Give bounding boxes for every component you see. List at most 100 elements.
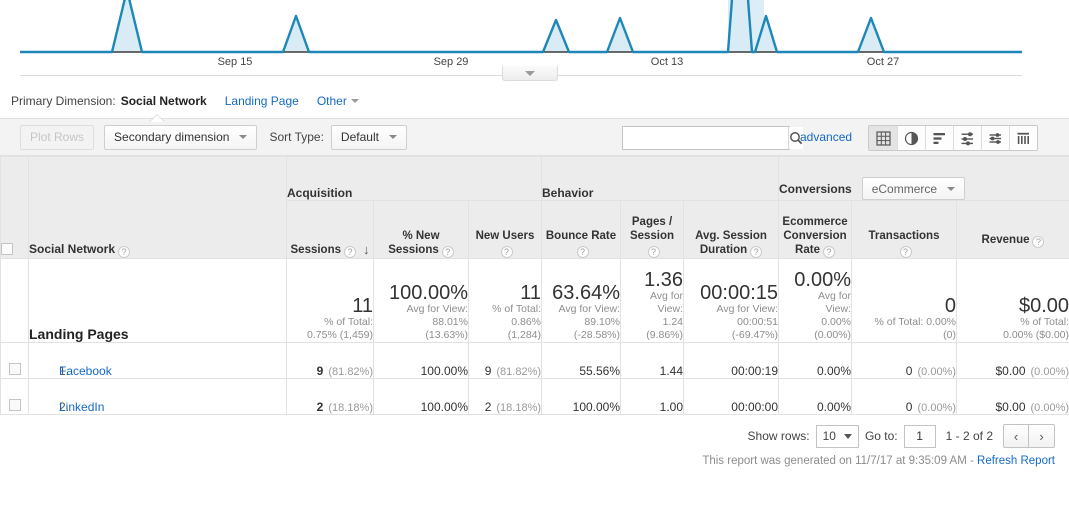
page-buttons: ‹ › [1003,424,1055,448]
sort-type-button[interactable]: Default [330,124,407,150]
row-revenue-pct: (0.00%) [1030,402,1069,414]
row-sessions: 9 (81.82%) [286,342,374,379]
search-input[interactable] [623,127,788,149]
summary-new-users: 11 % of Total: 0.86% (1,284) [467,258,543,343]
performance-view-icon[interactable] [953,126,981,150]
comparison-view-icon[interactable] [981,126,1009,150]
column-new-users-label: New Users [475,230,535,242]
group-conversions-label: Conversions [779,181,852,196]
summary-ecom-rate-sub: Avg for View: 0.00% (0.00%) [814,290,852,341]
comparison-icon [989,132,1001,144]
select-all-checkbox[interactable] [1,243,13,255]
summary-sessions-sub: % of Total: 0.75% (1,459) [307,316,373,341]
plot-rows-label: Plot Rows [30,130,85,144]
horizontal-bars-icon [933,132,945,144]
chart-tick-0: Sep 15 [217,56,253,68]
help-icon[interactable]: ? [500,246,513,258]
column-header-avg-session-duration[interactable]: Avg. Session Duration? [683,200,780,259]
chart-collapse-handle[interactable] [502,66,558,81]
primary-dimension-landing-page[interactable]: Landing Page [225,94,299,108]
sort-type-value: Default [340,130,379,144]
summary-new-sessions-sub: Avg for View: 88.01% (13.63%) [406,303,468,341]
previous-page-button[interactable]: ‹ [1003,424,1029,448]
row-sessions-pct: (18.18%) [328,402,373,414]
column-header-bounce-rate[interactable]: Bounce Rate? [541,200,622,259]
row-new-users-pct: (81.82%) [496,366,542,378]
summary-transactions-value: 0 [944,295,957,317]
refresh-report-link[interactable]: Refresh Report [977,455,1055,467]
help-icon[interactable]: ? [576,246,589,258]
primary-dimension-social-network[interactable]: Social Network [121,94,207,108]
help-icon[interactable]: ? [441,246,454,258]
row-link-facebook[interactable]: Facebook [59,364,112,378]
summary-transactions-sub: % of Total: 0.00% (0) [874,316,957,341]
column-header-pages-session[interactable]: Pages / Session? [620,200,685,259]
advanced-link[interactable]: advanced [800,130,852,144]
summary-row: Landing Pages 11 % of Total: 0.75% (1,45… [0,258,1069,343]
group-header-row: Social Network? Acquisition Behavior Con… [0,156,1069,259]
row-revenue: $0.00 (0.00%) [956,342,1069,379]
chevron-down-icon [388,135,397,139]
pie-chart-view-icon[interactable] [897,126,925,150]
row-bounce-rate: 100.00% [541,378,622,415]
goto-page-input[interactable] [903,424,936,448]
row-transactions-value: 0 [905,400,913,414]
next-page-button[interactable]: › [1029,424,1055,448]
conversions-goal-dropdown[interactable]: eCommerce [861,177,966,200]
summary-pages-session-sub: Avg for View: 1.24 (9.86%) [646,290,684,341]
column-bounce-rate-label: Bounce Rate [545,230,617,242]
row-bounce-rate: 55.56% [541,342,622,379]
analytics-social-network-report: Sep 15 Sep 29 Oct 13 Oct 27 Primary Dime… [0,0,1069,515]
row-sessions-pct: (81.82%) [328,366,373,378]
summary-pages-session-value: 1.36 [644,269,684,291]
table-view-icon[interactable] [869,126,897,150]
help-icon[interactable]: ? [647,246,660,258]
chart-tick-3: Oct 27 [866,56,900,68]
row-transactions: 0 (0.00%) [851,342,958,379]
group-behavior-label: Behavior [542,186,594,200]
row-checkbox[interactable] [8,363,21,375]
pivot-view-icon[interactable] [1009,126,1037,150]
pie-chart-icon [904,131,919,145]
help-icon[interactable]: ? [118,246,131,258]
row-link-linkedin[interactable]: LinkedIn [59,400,104,414]
help-icon[interactable]: ? [1032,236,1045,248]
column-header-transactions[interactable]: Transactions? [851,200,958,259]
column-header-new-sessions[interactable]: % New Sessions? [373,200,469,259]
row-checkbox[interactable] [8,399,21,411]
bar-chart-view-icon[interactable] [925,126,953,150]
column-header-ecommerce-conversion-rate[interactable]: Ecommerce Conversion Rate? [778,200,853,259]
sort-type-label: Sort Type: [269,130,324,144]
summary-new-users-value: 11 [520,282,542,304]
row-ecom-rate: 0.00% [778,342,853,379]
dimension-header[interactable]: Social Network? [28,156,287,259]
help-icon[interactable]: ? [344,246,356,258]
plot-rows-button[interactable]: Plot Rows [20,124,95,150]
group-header-acquisition: Acquisition [285,156,543,201]
row-index: 1. [59,364,70,378]
summary-ecom-rate: 0.00% Avg for View: 0.00% (0.00%) [778,258,853,343]
sessions-timeline-chart[interactable]: Sep 15 Sep 29 Oct 13 Oct 27 [0,0,1069,88]
select-all-cell [0,156,29,259]
summary-transactions: 0 % of Total: 0.00% (0) [851,258,958,343]
primary-dimension-label: Primary Dimension: [11,94,116,108]
show-rows-select[interactable]: 10 [815,424,859,448]
row-revenue-value: $0.00 [995,400,1026,414]
column-header-revenue[interactable]: Revenue? [956,200,1069,259]
row-transactions-pct: (0.00%) [917,402,957,414]
help-icon[interactable]: ? [750,246,763,258]
secondary-dimension-button[interactable]: Secondary dimension [104,124,258,150]
row-new-sessions: 100.00% [373,378,469,415]
column-ecom-rate-label: Ecommerce Conversion Rate [782,216,848,256]
column-transactions-label: Transactions [868,230,940,242]
column-header-new-users[interactable]: New Users? [467,200,543,259]
primary-dimension-other[interactable]: Other [317,94,359,108]
view-type-selector [868,125,1038,151]
column-header-sessions[interactable]: Sessions? ↓ [286,200,374,259]
row-revenue-value: $0.00 [995,364,1026,378]
row-new-users-value: 9 [484,364,492,378]
summary-ecom-rate-value: 0.00% [794,269,852,291]
help-icon[interactable]: ? [822,246,835,258]
help-icon[interactable]: ? [899,246,912,258]
row-avg-duration: 00:00:19 [683,342,780,379]
